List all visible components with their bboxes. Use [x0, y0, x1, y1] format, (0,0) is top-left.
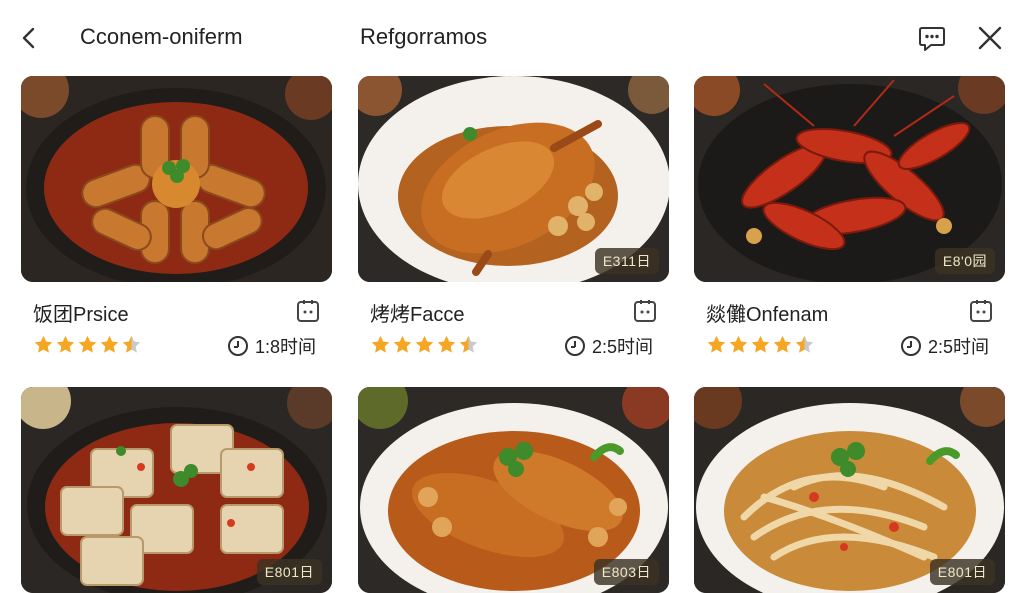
- star-icon: [415, 335, 434, 353]
- cook-time-label: 1:8时间: [255, 337, 317, 357]
- clock-icon: [901, 336, 921, 356]
- chat-bubble-icon: [919, 27, 945, 51]
- dish-photo[interactable]: [21, 76, 332, 282]
- cook-time-label: 2:5时间: [928, 337, 990, 357]
- clock-icon: [228, 336, 248, 356]
- dish-photo[interactable]: E803日: [358, 387, 669, 593]
- bookmark-icon: [634, 300, 656, 322]
- dish-name: 燚儺Onfenam: [706, 304, 829, 326]
- cook-time: 1:8时间: [227, 334, 316, 358]
- bookmark-button[interactable]: [632, 298, 658, 324]
- message-button[interactable]: [915, 22, 949, 54]
- dish-card[interactable]: 饭团Prsice 1:8时间: [21, 76, 332, 357]
- star-icon: [56, 335, 75, 353]
- star-icon: [729, 335, 748, 353]
- price-badge: E803日: [593, 559, 659, 585]
- star-icon: [773, 335, 792, 353]
- rating-stars: [33, 334, 142, 356]
- bookmark-icon: [297, 300, 319, 322]
- dish-photo[interactable]: E801日: [694, 387, 1005, 593]
- cook-time-label: 2:5时间: [592, 337, 654, 357]
- close-icon: [978, 26, 1002, 50]
- star-half-icon: [122, 335, 141, 353]
- cook-time: 2:5时间: [900, 334, 989, 358]
- star-icon: [393, 335, 412, 353]
- dish-card[interactable]: E801日: [21, 387, 332, 593]
- close-button[interactable]: [973, 22, 1007, 54]
- price-badge: E311日: [594, 248, 659, 274]
- dish-photo[interactable]: E8'0园: [694, 76, 1005, 282]
- section-title: Refgorramos: [360, 24, 488, 49]
- top-bar: Cconem-oniferm Refgorramos: [0, 0, 1024, 76]
- star-half-icon: [795, 335, 814, 353]
- back-button[interactable]: [14, 22, 44, 54]
- star-icon: [34, 335, 53, 353]
- dish-card[interactable]: E311日 烤烤Facce 2:5时间: [358, 76, 669, 357]
- cook-time: 2:5时间: [564, 334, 653, 358]
- rating-stars: [370, 334, 479, 356]
- bookmark-button[interactable]: [295, 298, 321, 324]
- dish-name: 烤烤Facce: [370, 304, 465, 326]
- bookmark-button[interactable]: [968, 298, 994, 324]
- star-icon: [100, 335, 119, 353]
- price-badge: E801日: [929, 559, 995, 585]
- clock-icon: [565, 336, 585, 356]
- dish-photo[interactable]: E801日: [21, 387, 332, 593]
- bookmark-icon: [970, 300, 992, 322]
- star-icon: [751, 335, 770, 353]
- chevron-left-icon: [22, 27, 35, 49]
- dish-card[interactable]: E803日: [358, 387, 669, 593]
- star-icon: [707, 335, 726, 353]
- dish-name: 饭团Prsice: [33, 304, 129, 326]
- page-title: Cconem-oniferm: [80, 24, 243, 49]
- rating-stars: [706, 334, 815, 356]
- price-badge: E8'0园: [934, 248, 995, 274]
- star-half-icon: [459, 335, 478, 353]
- dish-card[interactable]: E8'0园 燚儺Onfenam 2:5时间: [694, 76, 1005, 357]
- dish-card[interactable]: E801日: [694, 387, 1005, 593]
- dish-photo[interactable]: E311日: [358, 76, 669, 282]
- price-badge: E801日: [256, 559, 322, 585]
- star-icon: [78, 335, 97, 353]
- star-icon: [437, 335, 456, 353]
- star-icon: [371, 335, 390, 353]
